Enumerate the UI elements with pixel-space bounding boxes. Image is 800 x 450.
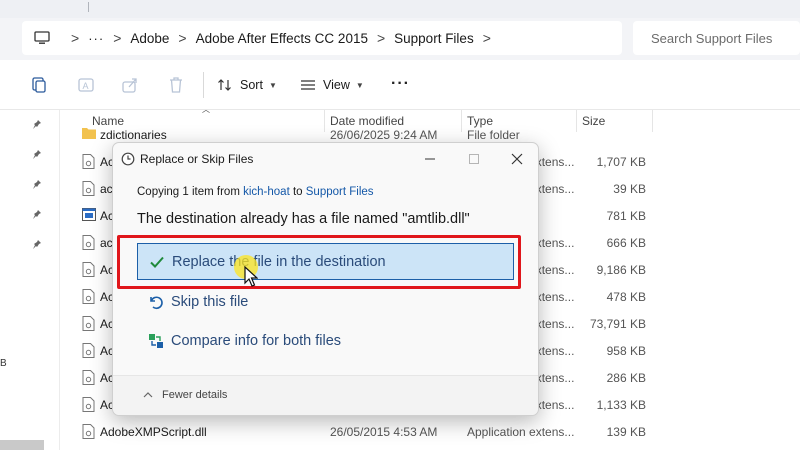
- more-options-button[interactable]: ···: [391, 75, 410, 93]
- breadcrumb-overflow[interactable]: ···: [88, 31, 104, 46]
- file-name: ac: [100, 236, 113, 250]
- file-size: 73,791 KB: [589, 317, 646, 331]
- chevron-down-icon: ▼: [355, 80, 364, 90]
- skip-file-label: Skip this file: [171, 293, 249, 310]
- file-size: 39 KB: [613, 182, 646, 196]
- dialog-footer: Fewer details: [113, 375, 538, 415]
- compare-files-option[interactable]: Compare info for both files: [137, 322, 514, 359]
- tab-separator: [88, 2, 89, 12]
- copy-info-prefix: Copying 1 item from: [137, 186, 244, 198]
- highlight-box: [117, 235, 521, 289]
- file-size: 1,707 KB: [596, 155, 646, 169]
- source-folder-link[interactable]: kich-hoat: [243, 186, 290, 198]
- dll-file-icon: [82, 343, 95, 358]
- sort-button[interactable]: Sort ▼: [217, 74, 277, 96]
- this-pc-icon[interactable]: [22, 31, 62, 45]
- file-size: 286 KB: [606, 371, 646, 385]
- file-name: AdobeXMPScript.dll: [100, 425, 207, 439]
- navigation-pane: B: [0, 110, 60, 450]
- file-size: 781 KB: [606, 209, 646, 223]
- close-button[interactable]: [505, 147, 529, 171]
- address-bar[interactable]: > ··· > Adobe > Adobe After Effects CC 2…: [22, 21, 622, 55]
- file-size: 478 KB: [606, 290, 646, 304]
- dll-file-icon: [82, 397, 95, 412]
- dll-file-icon: [82, 289, 95, 304]
- file-name: ac: [100, 182, 113, 196]
- file-date: 26/05/2015 4:53 AM: [330, 425, 438, 439]
- folder-icon: [82, 127, 96, 142]
- maximize-icon: [469, 154, 479, 164]
- chevron-down-icon: ▼: [268, 80, 277, 90]
- minimize-button[interactable]: [418, 147, 442, 171]
- file-size: 666 KB: [606, 236, 646, 250]
- navigation-bar: > ··· > Adobe > Adobe After Effects CC 2…: [0, 18, 800, 60]
- file-size: 1,133 KB: [596, 398, 646, 412]
- mouse-pointer-icon: [244, 266, 258, 287]
- breadcrumb-separator[interactable]: >: [483, 30, 491, 46]
- delete-icon[interactable]: [166, 75, 186, 95]
- nav-scrollbar[interactable]: [0, 440, 44, 450]
- file-name: zdictionaries: [100, 128, 167, 142]
- view-icon: [301, 80, 315, 90]
- share-icon[interactable]: [120, 75, 140, 95]
- pin-icon[interactable]: [32, 238, 42, 249]
- file-type: Application extens...: [467, 425, 575, 439]
- file-size: 9,186 KB: [596, 263, 646, 277]
- view-button[interactable]: View ▼: [300, 74, 364, 96]
- minimize-icon: [425, 158, 435, 160]
- svg-text:A: A: [83, 81, 89, 91]
- dialog-title: Replace or Skip Files: [140, 152, 254, 166]
- close-icon: [511, 153, 523, 165]
- skip-arrow-icon: [147, 293, 165, 311]
- compare-files-label: Compare info for both files: [171, 332, 342, 349]
- pin-icon[interactable]: [32, 118, 42, 129]
- fewer-details-label: Fewer details: [162, 389, 228, 401]
- application-icon: [82, 208, 96, 223]
- destination-folder-link[interactable]: Support Files: [306, 186, 374, 198]
- copy-info-to: to: [289, 186, 306, 198]
- rename-icon[interactable]: A: [76, 75, 96, 95]
- view-label: View: [323, 78, 350, 92]
- file-size: 139 KB: [606, 425, 646, 439]
- pin-icon[interactable]: [32, 178, 42, 189]
- fewer-details-button[interactable]: Fewer details: [143, 389, 227, 401]
- file-type: File folder: [467, 128, 520, 142]
- copy-info: Copying 1 item from kich-hoat to Support…: [137, 186, 374, 198]
- dll-file-icon: [82, 181, 95, 196]
- pin-icon[interactable]: [32, 148, 42, 159]
- sort-ascending-icon: ︿: [202, 105, 210, 114]
- file-row[interactable]: AdobeXMPScript.dll 26/05/2015 4:53 AM Appl…: [62, 418, 800, 445]
- file-row[interactable]: AEGPUSniffer26/05/2015 4:53 AMApplicatio…: [62, 445, 800, 450]
- breadcrumb-support-files[interactable]: Support Files: [394, 31, 474, 46]
- breadcrumb-separator[interactable]: >: [178, 30, 186, 46]
- search-input[interactable]: Search Support Files: [633, 21, 800, 55]
- breadcrumb-adobe[interactable]: Adobe: [130, 31, 169, 46]
- command-bar: A Sort ▼ View ▼ ···: [0, 60, 800, 110]
- tab-strip: [0, 0, 800, 18]
- file-date: 26/06/2025 9:24 AM: [330, 128, 438, 142]
- breadcrumb-separator[interactable]: >: [71, 30, 79, 46]
- maximize-button: [462, 147, 486, 171]
- compare-icon: [147, 332, 165, 350]
- sort-label: Sort: [240, 78, 263, 92]
- chevron-up-icon: [143, 392, 153, 398]
- breadcrumb-separator[interactable]: >: [113, 30, 121, 46]
- file-size: 958 KB: [606, 344, 646, 358]
- breadcrumb-separator[interactable]: >: [377, 30, 385, 46]
- dll-file-icon: [82, 235, 95, 250]
- copy-icon[interactable]: [29, 75, 49, 95]
- dll-file-icon: [82, 262, 95, 277]
- dll-file-icon: [82, 316, 95, 331]
- drive-label[interactable]: B: [0, 358, 7, 369]
- pin-icon[interactable]: [32, 208, 42, 219]
- dll-file-icon: [82, 154, 95, 169]
- sort-icon: [218, 79, 231, 91]
- toolbar-divider: [203, 72, 204, 98]
- clock-icon: [121, 152, 135, 166]
- dll-file-icon: [82, 424, 95, 439]
- dll-file-icon: [82, 370, 95, 385]
- conflict-message: The destination already has a file named…: [137, 211, 470, 227]
- breadcrumb-after-effects[interactable]: Adobe After Effects CC 2015: [196, 31, 368, 46]
